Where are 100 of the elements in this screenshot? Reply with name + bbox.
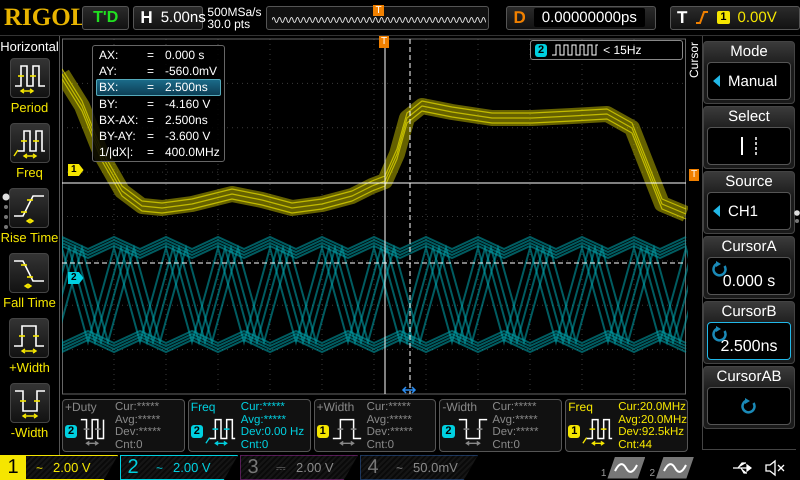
run-status: T'D — [82, 6, 130, 30]
readout-value: -4.160 V — [165, 96, 212, 111]
menu-softkey[interactable]: Select — [703, 106, 795, 169]
softkey-label: -Width — [10, 425, 48, 440]
rise-button[interactable] — [9, 188, 50, 228]
readout-equals: = — [147, 64, 156, 78]
measurement-name: -Width — [442, 400, 478, 414]
measurement-value: Cur:20.0MHz — [618, 401, 687, 414]
readout-equals: = — [147, 129, 156, 144]
timebase-value: 5.00ns — [160, 9, 206, 26]
readout-equals: = — [147, 96, 156, 111]
trigger-position-marker: T — [373, 4, 384, 16]
channel-badge: 2 — [535, 44, 548, 56]
channel-badge: 2 — [65, 424, 78, 438]
readout-label: AX: — [99, 48, 120, 62]
readout-equals: = — [147, 112, 156, 128]
menu-softkey[interactable]: CursorB 2.500ns — [703, 301, 795, 364]
math-slot-label: 1 — [600, 468, 606, 478]
measurement-value: Avg:***** — [366, 414, 413, 426]
square-wave-icon — [552, 44, 598, 56]
menu-softkey[interactable]: CursorAB — [703, 366, 795, 429]
readout-value: 2.500ns — [165, 112, 209, 128]
readout-value: -3.600 V — [165, 129, 212, 144]
channel-tab[interactable]: 1 ~ 2.00 V — [0, 455, 118, 480]
measurement-value: Cur:***** — [366, 401, 412, 414]
pwidth-button[interactable] — [9, 318, 50, 358]
channel-tab[interactable]: 4 ~ 50.0mV — [360, 455, 478, 480]
menu-softkey[interactable]: Mode Manual — [703, 41, 795, 104]
softkey-label: Period — [10, 100, 48, 115]
channel-tab[interactable]: 2 ~ 2.00 V — [120, 455, 238, 480]
delay-label: D — [513, 8, 526, 28]
timebase-label: H — [140, 8, 153, 28]
sine-wave-icon — [272, 16, 486, 24]
readout-value: 2.500ns — [165, 80, 209, 95]
measurement-name: +Duty — [65, 400, 97, 414]
knob-icon — [741, 398, 757, 414]
measurement-value: Cnt:0 — [366, 438, 396, 451]
mute-icon — [764, 458, 786, 476]
measurement-value: Cur:***** — [240, 401, 286, 414]
channel-tab[interactable]: 3 ⎓ 2.00 V — [240, 455, 358, 480]
cursor-position-icon — [401, 385, 417, 395]
channel-marker[interactable]: 2 — [68, 272, 84, 284]
measurement-value: Avg:20.0MHz — [618, 414, 688, 426]
measurement-value: Dev:***** — [366, 426, 414, 438]
delay-value: 0.00000000ps — [534, 8, 645, 27]
menu-softkey[interactable]: Source CH1 — [703, 171, 795, 234]
readout-label: AY: — [99, 64, 118, 78]
channel-marker[interactable]: 1 — [68, 164, 84, 176]
readout-label: 1/|dX|: — [99, 145, 134, 160]
channel-badge: 2 — [190, 424, 203, 438]
measurement-value: Avg:***** — [240, 414, 287, 426]
measurement-name: Freq — [190, 400, 216, 414]
softkey-label: +Width — [9, 360, 50, 375]
measurement-panel[interactable]: Freq 1 Cur:20.0MHz Avg:20.0MHz Dev:92.5kHz Cnt:44 — [565, 399, 688, 452]
measurement-panel[interactable]: +Duty 2 Cur:***** Avg:***** Dev:***** Cnt:0 — [62, 399, 185, 452]
measurement-value: Dev:92.5kHz — [618, 426, 686, 438]
readout-label: BY-AY: — [99, 129, 137, 144]
readout-equals: = — [147, 48, 156, 62]
measurement-panel[interactable]: +Width 1 Cur:***** Avg:***** Dev:***** Cnt:0 — [314, 399, 436, 452]
measurement-value: Cur:***** — [115, 401, 160, 414]
freq-button[interactable] — [10, 123, 50, 163]
readout-label: BX-AX: — [99, 112, 140, 128]
measurement-value: Cnt:0 — [240, 438, 270, 451]
measurement-value: Cur:***** — [492, 401, 538, 414]
left-triangle-icon — [713, 75, 720, 87]
measurement-value: Avg:***** — [115, 414, 162, 426]
trigger-box[interactable]: T 1 0.00V — [670, 6, 800, 30]
readout-equals: = — [147, 145, 156, 160]
menu-softkey[interactable]: CursorA 0.000 s — [703, 236, 795, 299]
readout-value: -560.0mV — [165, 64, 218, 78]
channel-badge: 2 — [442, 424, 455, 438]
readout-label: BX: — [99, 80, 120, 95]
softkey-label: Freq — [16, 165, 43, 180]
trigger-position-marker: T — [379, 36, 390, 48]
measurement-panel[interactable]: Freq 2 Cur:***** Avg:***** Dev:0.00 Hz Cnt:0 — [188, 399, 311, 452]
nwidth-button[interactable] — [10, 383, 50, 423]
trigger-label: T — [677, 8, 688, 28]
measurement-value: Dev:0.00 Hz — [240, 426, 306, 438]
softkey-label: Fall Time — [3, 295, 56, 310]
left-triangle-icon — [713, 205, 720, 217]
menu-tab[interactable]: Cursor — [688, 42, 701, 78]
trigger-level-marker: T — [689, 169, 700, 181]
period-button[interactable] — [10, 58, 50, 98]
sample-rate: 500MSa/s — [207, 6, 262, 18]
measurement-value: Dev:***** — [492, 426, 540, 438]
measurement-panel[interactable]: -Width 2 Cur:***** Avg:***** Dev:***** Cnt:0 — [439, 399, 562, 452]
channel-badge: 1 — [568, 424, 580, 438]
channel-badge: 1 — [316, 424, 329, 438]
measurement-value: Dev:***** — [115, 426, 162, 438]
math-slot-label: 2 — [649, 468, 655, 478]
menu-title: Horizontal — [0, 39, 59, 54]
readout-label: BY: — [99, 96, 119, 111]
counter-value: < 15Hz — [603, 43, 642, 57]
measurement-name: Freq — [568, 400, 593, 414]
delay-box[interactable]: D 0.00000000ps — [506, 6, 656, 30]
measurement-value: Cnt:0 — [115, 438, 144, 451]
fall-button[interactable] — [9, 253, 50, 293]
timebase-box[interactable]: H 5.00ns — [133, 6, 204, 30]
trigger-level: 0.00V — [738, 9, 777, 26]
readout-equals: = — [147, 80, 156, 95]
